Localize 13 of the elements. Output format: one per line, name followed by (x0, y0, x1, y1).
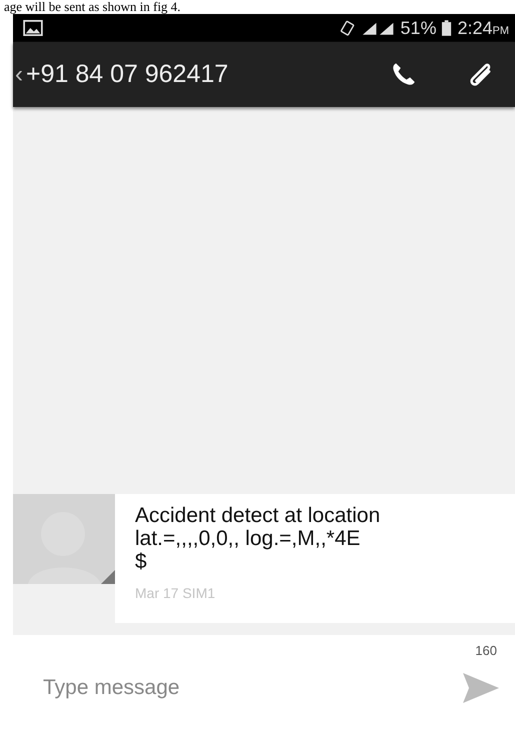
back-button[interactable]: ‹+91 84 07 962417 (13, 60, 228, 89)
battery-percent: 51% (400, 18, 436, 38)
signal-icon (361, 20, 396, 36)
caption-text: age will be sent as shown in fig 4. (3, 0, 182, 14)
message-text: Accident detect at location lat.=,,,,0,0,, log.=,M,,*4E $ (135, 504, 382, 573)
message-input[interactable]: Type message (43, 670, 343, 706)
avatar-icon (13, 494, 115, 584)
battery-icon (441, 20, 452, 36)
message-meta: Mar 17 SIM1 (135, 585, 216, 603)
rotate-icon (340, 20, 356, 36)
character-counter: 160 (475, 643, 497, 658)
image-icon (23, 20, 43, 36)
clock-time: 2:24PM (457, 18, 509, 38)
